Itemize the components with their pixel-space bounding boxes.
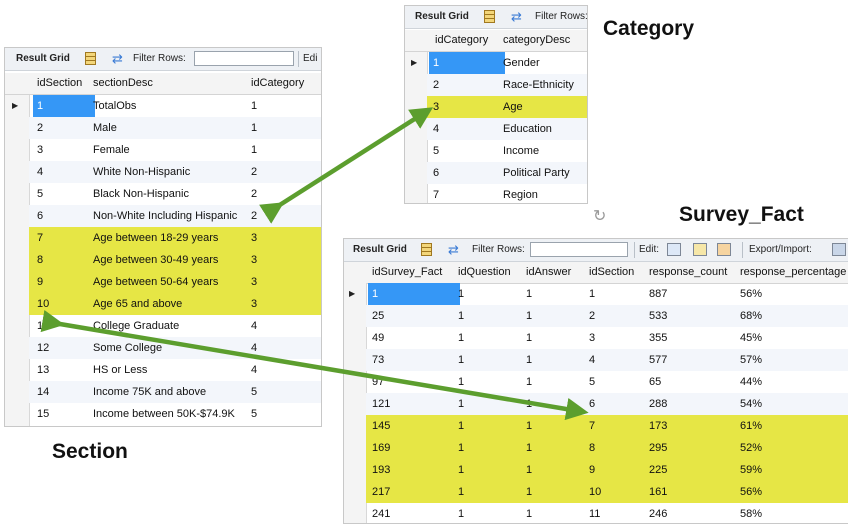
section-to-category-arrow xyxy=(259,107,434,224)
section-to-survey-fact-arrow xyxy=(40,309,589,421)
relationship-arrows xyxy=(40,107,589,421)
